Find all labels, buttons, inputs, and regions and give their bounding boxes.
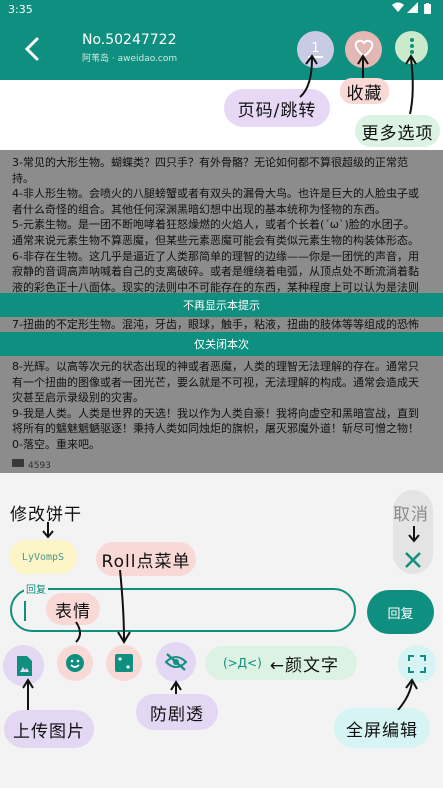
arrow-down-icon — [42, 522, 54, 539]
thread-subtitle: 阿苇岛 · aweidao.com — [82, 54, 178, 64]
status-bar: 3:35 — [0, 0, 443, 18]
never-show-button[interactable]: 不再显示本提示 — [0, 293, 443, 317]
tip-arrows-bottom — [22, 570, 418, 710]
arrow-down-icon — [408, 526, 420, 543]
cookie-button[interactable]: LyVompS — [9, 540, 77, 574]
tip-upload-image: 上传图片 — [4, 710, 94, 748]
status-time: 3:35 — [8, 3, 33, 16]
close-button[interactable] — [401, 548, 425, 572]
close-icon — [405, 552, 421, 568]
wifi-icon — [392, 2, 404, 16]
battery-icon — [424, 3, 431, 17]
thread-title: No.50247722 — [82, 32, 177, 48]
tip-fullscreen-edit: 全屏编辑 — [334, 708, 430, 748]
back-button[interactable] — [18, 34, 48, 64]
signal-icon — [407, 2, 418, 16]
tip-arrows-top — [299, 54, 417, 115]
close-once-button[interactable]: 仅关闭本次 — [0, 332, 443, 356]
